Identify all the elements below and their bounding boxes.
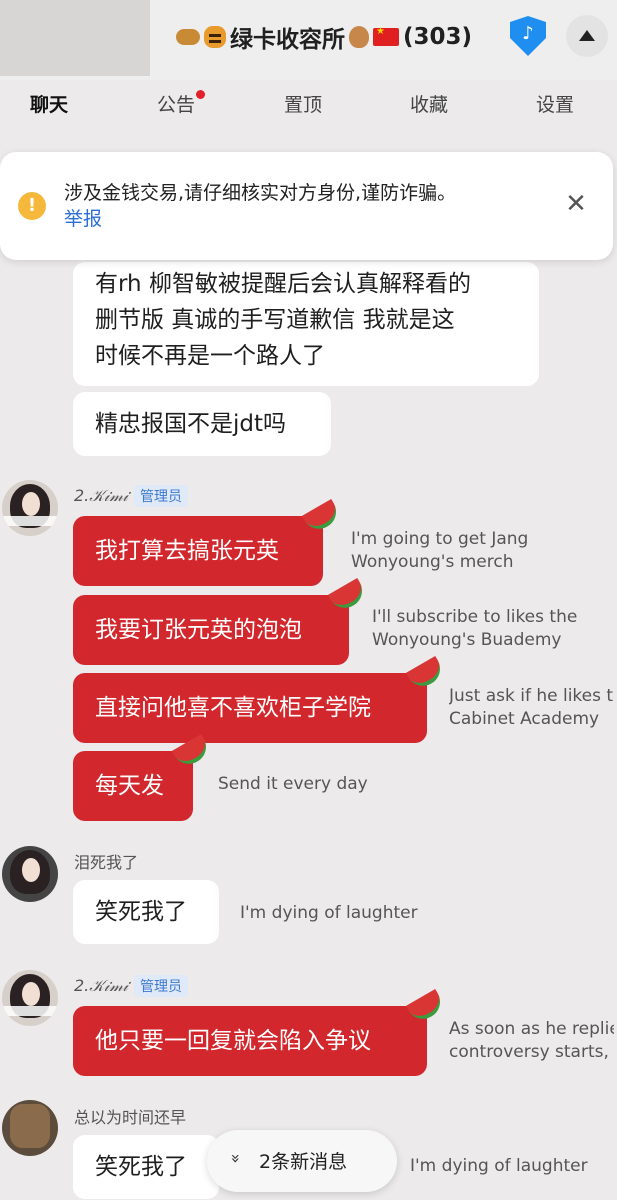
blurred-back-area (0, 0, 150, 76)
message-text: 精忠报国不是jdt吗 (95, 411, 287, 437)
message-bubble[interactable]: 直接问他喜不喜欢柜子学院 (73, 673, 427, 743)
avatar[interactable] (2, 480, 58, 536)
message-text: 笑死我了 (95, 1154, 187, 1180)
translation-text: I'm going to get Jang Wonyoung's merch (351, 529, 529, 572)
message-text: 我打算去搞张元英 (95, 538, 279, 564)
translation-text: As soon as he replies,controversy starts… (449, 1019, 614, 1062)
tiktok-shield-icon[interactable]: ♪ (510, 16, 546, 56)
new-messages-label: 2条新消息 (259, 1151, 348, 1173)
sender-name: 泪死我了 (74, 853, 139, 872)
report-link[interactable]: 举报 (64, 208, 102, 230)
message-text: 他只要一回复就会陷入争议 (95, 1028, 371, 1054)
china-flag-icon (373, 26, 399, 46)
message-text: 直接问他喜不喜欢柜子学院 (95, 695, 371, 721)
sender-name: 总以为时间还早 (74, 1108, 187, 1127)
unread-dot (196, 90, 206, 99)
sender-name: 2.𝒦𝒾𝓂𝒾 (74, 976, 129, 995)
avatar[interactable] (2, 1100, 58, 1156)
tab-bar: 聊天 公告 置顶 收藏 设置 (0, 80, 617, 130)
tab-pinned[interactable]: 置顶 (284, 90, 322, 117)
message-text: 删节版 真诚的手写道歉信 我就是这 (95, 307, 455, 333)
leopard-emoji-icon (176, 29, 200, 45)
message-text: 有rh 柳智敏被提醒后会认真解释看的 (95, 271, 471, 297)
scroll-up-icon[interactable] (566, 15, 608, 57)
tab-chat[interactable]: 聊天 (30, 90, 68, 117)
tab-favorites[interactable]: 收藏 (410, 90, 448, 117)
close-icon[interactable]: ✕ (562, 190, 590, 218)
group-name: 绿卡收容所 (230, 27, 345, 53)
tab-announcement[interactable]: 公告 (157, 90, 206, 117)
top-bar: 绿卡收容所 (303) ♪ (0, 0, 617, 80)
tiger-emoji-icon (204, 26, 226, 48)
message-bubble[interactable]: 精忠报国不是jdt吗 (73, 392, 331, 456)
warning-text: 涉及金钱交易,请仔细核实对方身份,谨防诈骗。 (64, 182, 457, 204)
warning-icon: ! (18, 192, 46, 220)
translation-text: I'm dying of laughter (240, 903, 418, 923)
message-text: 我要订张元英的泡泡 (95, 617, 302, 643)
message-text: 笑死我了 (95, 899, 187, 925)
double-chevron-down-icon: » (226, 1153, 246, 1164)
avatar[interactable] (2, 970, 58, 1026)
message-bubble[interactable]: 我要订张元英的泡泡 (73, 595, 349, 665)
translation-text: Send it every day (218, 774, 368, 794)
message-bubble[interactable]: 我打算去搞张元英 (73, 516, 323, 586)
message-bubble[interactable]: 有rh 柳智敏被提醒后会认真解释看的 删节版 真诚的手写道歉信 我就是这 时候不… (73, 262, 539, 386)
message-text: 每天发 (95, 773, 164, 799)
message-bubble[interactable]: 每天发 (73, 751, 193, 821)
message-bubble[interactable]: 笑死我了 (73, 880, 219, 944)
new-messages-button[interactable]: » 2条新消息 (207, 1130, 397, 1192)
group-title[interactable]: 绿卡收容所 (303) (176, 17, 472, 57)
admin-badge: 管理员 (134, 975, 188, 997)
translation-text: I'm dying of laughter (410, 1156, 588, 1176)
admin-badge: 管理员 (134, 485, 188, 507)
sender-name: 2.𝒦𝒾𝓂𝒾 (74, 486, 129, 505)
fraud-warning-banner: ! 涉及金钱交易,请仔细核实对方身份,谨防诈骗。 举报 ✕ (0, 152, 613, 260)
message-text: 时候不再是一个路人了 (95, 343, 325, 369)
avatar[interactable] (2, 846, 58, 902)
member-count: (303) (403, 24, 473, 50)
translation-text: Just ask if he likes te Cabinet Academy (449, 686, 614, 729)
message-bubble[interactable]: 他只要一回复就会陷入争议 (73, 1006, 427, 1076)
message-bubble[interactable]: 笑死我了 (73, 1135, 219, 1199)
translation-text: I'll subscribe to likes the Wonyoung's Bu… (372, 607, 578, 650)
tab-settings[interactable]: 设置 (536, 90, 574, 117)
onion-emoji-icon (349, 26, 369, 48)
